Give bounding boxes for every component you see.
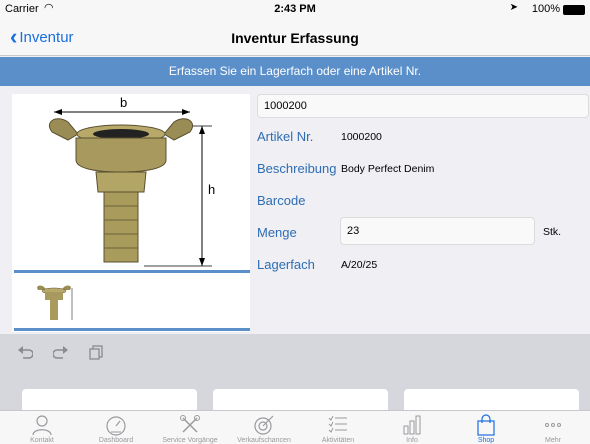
main-content: b h 1000200 Artikel Nr. 1000200 Beschrei…: [0, 86, 590, 334]
tab-label: Service Vorgänge: [162, 437, 218, 444]
battery-icon: [563, 5, 585, 15]
lagerfach-value: A/20/25: [341, 259, 378, 271]
artikel-value: 1000200: [341, 131, 382, 143]
menge-label: Menge: [257, 225, 297, 240]
person-icon: [32, 415, 52, 436]
tab-verkaufschancen[interactable]: Verkaufschancen: [227, 411, 301, 444]
thumbnail-selection-bar: [14, 328, 250, 331]
product-image-panel: b h: [12, 94, 250, 332]
page-title: Inventur Erfassung: [231, 30, 359, 46]
tab-label: Verkaufschancen: [237, 437, 291, 444]
product-image[interactable]: b h: [14, 94, 250, 269]
redo-icon[interactable]: [52, 344, 69, 365]
image-divider: [14, 270, 250, 273]
tab-label: Aktivitäten: [321, 437, 355, 444]
target-icon: [254, 415, 274, 435]
edit-toolbar: [0, 334, 590, 376]
checklist-icon: [328, 415, 347, 433]
clock: 2:43 PM: [274, 3, 316, 15]
tab-bar: Kontakt Dashboard Service Vorgänge Verka…: [0, 410, 590, 444]
copy-icon[interactable]: [89, 344, 103, 365]
beschreibung-label: Beschreibung: [257, 161, 337, 176]
location-icon: ➤: [509, 2, 518, 13]
more-icon: [545, 423, 561, 427]
tab-shop[interactable]: Shop: [449, 411, 523, 444]
dim-h-label: h: [208, 182, 215, 197]
tab-dashboard[interactable]: Dashboard: [79, 411, 153, 444]
tab-kontakt[interactable]: Kontakt: [5, 411, 79, 444]
dim-b-label: b: [120, 95, 127, 110]
speedometer-icon: [106, 416, 126, 436]
tab-label: Dashboard: [98, 437, 134, 444]
instruction-banner: Erfassen Sie ein Lagerfach oder eine Art…: [0, 57, 590, 86]
bar-chart-icon: [403, 415, 421, 435]
menge-unit: Stk.: [543, 226, 562, 238]
tab-label: Shop: [477, 437, 495, 444]
tools-icon: [180, 415, 200, 433]
cards-row: [0, 376, 590, 419]
search-input[interactable]: 1000200: [257, 94, 589, 118]
artikel-label: Artikel Nr.: [257, 129, 314, 144]
beschreibung-value: Body Perfect Denim: [341, 163, 435, 175]
barcode-label: Barcode: [257, 193, 306, 208]
tab-aktivitaeten[interactable]: Aktivitäten: [301, 411, 375, 444]
tab-info[interactable]: Info: [375, 411, 449, 444]
menge-input[interactable]: 23: [340, 217, 535, 245]
tab-label: Info: [406, 437, 418, 444]
tab-service-vorgaenge[interactable]: Service Vorgänge: [153, 411, 227, 444]
navigation-bar: ‹ Inventur Inventur Erfassung: [0, 20, 590, 56]
tab-label: Kontakt: [30, 437, 54, 444]
shopping-bag-icon: [477, 414, 495, 436]
battery-percent: 100%: [531, 3, 560, 15]
tab-mehr[interactable]: Mehr: [516, 411, 590, 444]
tab-label: Mehr: [545, 437, 561, 444]
undo-icon[interactable]: [17, 344, 34, 365]
status-bar: Carrier ◠ 2:43 PM ➤ 100%: [0, 0, 590, 20]
product-thumbnail[interactable]: [30, 280, 80, 322]
lagerfach-label: Lagerfach: [257, 257, 315, 272]
